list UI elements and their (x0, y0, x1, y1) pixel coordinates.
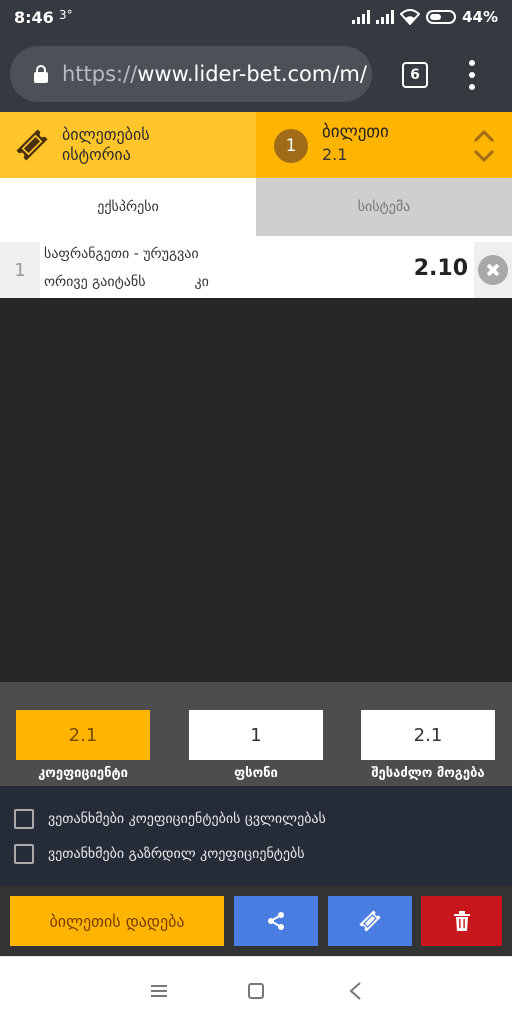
action-bar: ბილეთის დადება (0, 886, 512, 956)
ticket-title: ბილეთი (322, 122, 389, 142)
stake-label: ფსონი (234, 766, 278, 781)
agreements: ვეთანხმები კოეფიციენტების ცვლილებას ვეთა… (0, 786, 512, 886)
bet-row: 1 საფრანგეთი - ურუგვაი ორივე გაიტანს კი … (0, 242, 512, 298)
android-nav-bar (0, 956, 512, 1024)
more-menu-icon[interactable] (466, 60, 478, 90)
battery-percent: 44% (462, 8, 498, 26)
battery-icon (426, 10, 457, 24)
tab-express[interactable]: ექსპრესი (0, 178, 256, 236)
agree-boosted-odds-checkbox[interactable] (14, 844, 34, 864)
empty-area (0, 298, 512, 682)
browser-toolbar: https://www.lider-bet.com/m/ 6 (0, 36, 512, 112)
tab-switcher-button[interactable]: 6 (402, 62, 428, 88)
bet-odd: 2.10 (413, 256, 468, 281)
possible-win-value: 2.1 (361, 710, 495, 760)
delete-ticket-button[interactable] (421, 896, 502, 946)
signal-icon (376, 10, 395, 24)
ticket-history-label: ბილეთების ისტორია (62, 125, 150, 164)
bet-market: ორივე გაიტანს კი (44, 274, 209, 290)
signal-icon (352, 10, 371, 24)
odds-value: 2.1 (16, 710, 150, 760)
address-bar[interactable]: https://www.lider-bet.com/m/ (10, 46, 372, 102)
bet-match-name: საფრანგეთი - ურუგვაი (44, 246, 199, 262)
agree-odds-change-checkbox[interactable] (14, 809, 34, 829)
possible-win-label: შესაძლო მოგება (371, 766, 485, 781)
agree-boosted-odds-label: ვეთანხმები გაზრდილ კოეფიციენტებს (48, 846, 305, 862)
trash-icon (453, 911, 470, 931)
lock-icon (34, 65, 48, 83)
chevron-up-down-icon[interactable] (472, 128, 496, 164)
back-icon[interactable] (348, 981, 362, 1001)
ticket-total-odds: 2.1 (322, 145, 348, 164)
ticket-history-button[interactable]: ბილეთების ისტორია (0, 112, 256, 178)
url-host: www.lider-bet.com/m/ (137, 62, 367, 86)
ticket-header: ბილეთების ისტორია 1 ბილეთი 2.1 (0, 112, 512, 178)
stake-input[interactable]: 1 (189, 710, 323, 760)
bet-details: საფრანგეთი - ურუგვაი ორივე გაიტანს კი 2.… (40, 242, 472, 298)
bet-type-tabs: ექსპრესი სისტემა (0, 178, 512, 236)
ticket-icon (16, 129, 48, 161)
bet-summary: 2.1 1 2.1 კოეფიციენტი ფსონი შესაძლო მოგე… (0, 682, 512, 786)
url-text: https://www.lider-bet.com/m/ (62, 62, 367, 86)
status-right: 44% (352, 8, 498, 26)
status-bar: 8:46 3° 44% (0, 0, 512, 36)
close-icon (478, 255, 508, 285)
share-icon (268, 912, 284, 930)
agree-odds-change-row[interactable]: ვეთანხმები კოეფიციენტების ცვლილებას (14, 808, 326, 830)
remove-bet-button[interactable] (474, 242, 512, 298)
place-bet-button[interactable]: ბილეთის დადება (10, 896, 224, 946)
url-protocol: https:// (62, 62, 138, 86)
status-time: 8:46 (14, 8, 54, 27)
save-ticket-button[interactable] (328, 896, 412, 946)
status-temperature: 3° (59, 8, 73, 22)
ticket-selector[interactable]: 1 ბილეთი 2.1 (256, 112, 512, 178)
share-button[interactable] (234, 896, 318, 946)
tab-system[interactable]: სისტემა (256, 178, 512, 236)
agree-boosted-odds-row[interactable]: ვეთანხმები გაზრდილ კოეფიციენტებს (14, 843, 305, 865)
home-icon[interactable] (248, 983, 264, 999)
odds-label: კოეფიციენტი (38, 766, 128, 781)
bet-index: 1 (0, 242, 40, 298)
ticket-number-badge: 1 (274, 129, 308, 163)
wifi-icon (400, 9, 421, 25)
recent-apps-icon[interactable] (151, 985, 167, 997)
ticket-icon (359, 910, 381, 932)
agree-odds-change-label: ვეთანხმები კოეფიციენტების ცვლილებას (48, 811, 326, 827)
